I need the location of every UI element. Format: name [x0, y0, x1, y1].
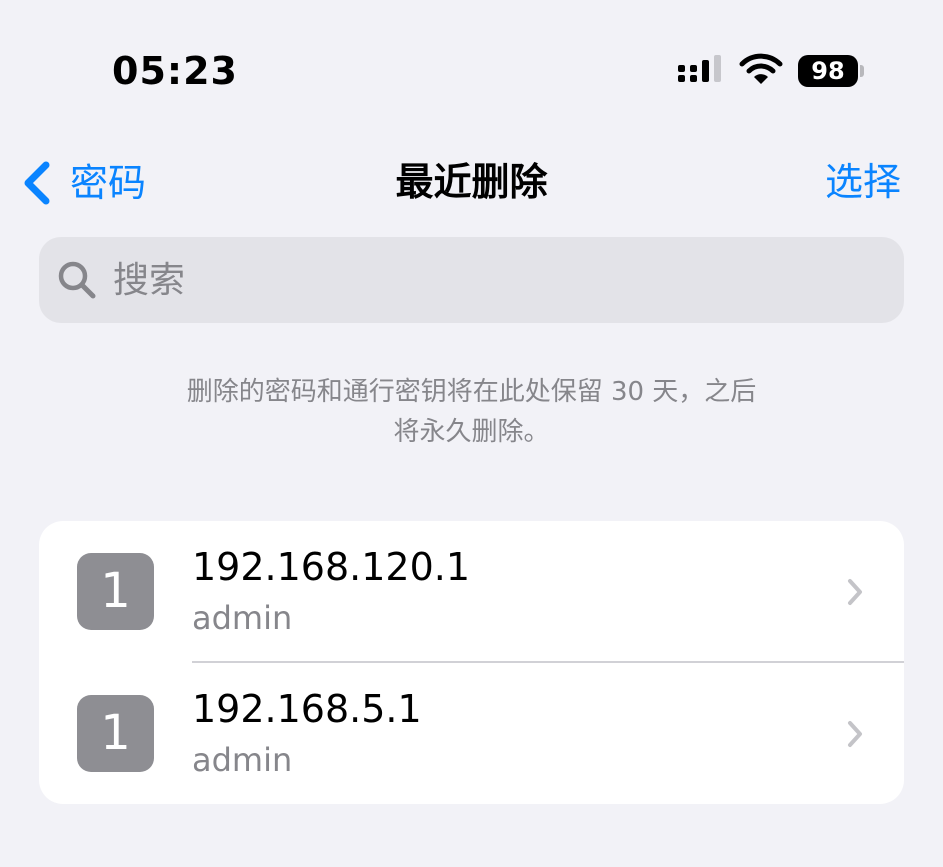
cellular-signal-icon [678, 55, 721, 82]
chevron-right-icon [848, 721, 862, 747]
battery-icon: 98 [798, 55, 870, 87]
site-badge: 1 [77, 553, 154, 630]
site-badge: 1 [77, 695, 154, 772]
search-bar[interactable] [39, 237, 904, 323]
wifi-icon [739, 53, 783, 84]
search-icon [58, 261, 96, 299]
list-item-username: admin [192, 741, 293, 779]
list-item[interactable]: 1 192.168.120.1 admin [39, 521, 904, 663]
status-time: 05:23 [112, 49, 238, 93]
battery-cap [860, 65, 864, 77]
chevron-right-icon [848, 579, 862, 605]
list-item[interactable]: 1 192.168.5.1 admin [39, 663, 904, 804]
retention-info: 删除的密码和通行密钥将在此处保留 30 天，之后 将永久删除。 [90, 372, 853, 452]
select-button[interactable]: 选择 [825, 158, 901, 206]
retention-info-line-2: 将永久删除。 [393, 417, 550, 447]
battery-level: 98 [798, 55, 858, 87]
status-bar: 05:23 98 [0, 0, 943, 120]
list-item-title: 192.168.5.1 [192, 687, 422, 731]
navigation-bar: 密码 最近删除 选择 [0, 140, 943, 224]
retention-info-line-1: 删除的密码和通行密钥将在此处保留 30 天，之后 [186, 377, 757, 407]
deleted-passwords-list: 1 192.168.120.1 admin 1 192.168.5.1 admi… [39, 521, 904, 804]
list-item-username: admin [192, 599, 293, 637]
search-input[interactable] [113, 250, 873, 310]
page-title: 最近删除 [395, 160, 548, 204]
list-item-title: 192.168.120.1 [192, 545, 471, 589]
